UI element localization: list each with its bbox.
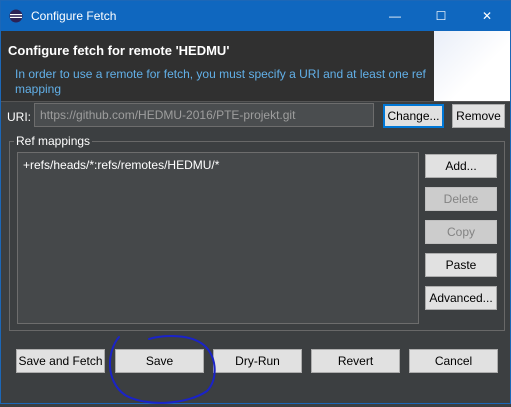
revert-button[interactable]: Revert <box>311 349 400 373</box>
copy-mapping-button[interactable]: Copy <box>425 220 497 244</box>
header-title: Configure fetch for remote 'HEDMU' <box>8 43 230 58</box>
change-uri-button[interactable]: Change... <box>383 104 444 128</box>
delete-mapping-button[interactable]: Delete <box>425 187 497 211</box>
list-item[interactable]: +refs/heads/*:refs/remotes/HEDMU/* <box>23 158 219 172</box>
dialog-header: Configure fetch for remote 'HEDMU' In or… <box>1 31 510 101</box>
eclipse-icon <box>9 9 23 23</box>
window-title: Configure Fetch <box>31 9 117 23</box>
save-and-fetch-button[interactable]: Save and Fetch <box>16 349 105 373</box>
maximize-icon: ☐ <box>435 9 447 23</box>
minimize-icon: — <box>389 9 401 23</box>
remove-uri-button[interactable]: Remove <box>452 104 505 128</box>
header-separator <box>1 101 510 102</box>
advanced-button[interactable]: Advanced... <box>425 286 497 310</box>
maximize-button[interactable]: ☐ <box>418 1 464 31</box>
ref-mappings-list[interactable]: +refs/heads/*:refs/remotes/HEDMU/* <box>17 152 419 324</box>
add-mapping-button[interactable]: Add... <box>425 154 497 178</box>
save-button[interactable]: Save <box>115 349 204 373</box>
header-message: In order to use a remote for fetch, you … <box>15 67 426 96</box>
uri-label: URI: <box>7 110 31 124</box>
close-button[interactable]: ✕ <box>464 1 510 31</box>
paste-mapping-button[interactable]: Paste <box>425 253 497 277</box>
close-icon: ✕ <box>481 9 493 23</box>
title-bar: Configure Fetch — ☐ ✕ <box>1 1 510 31</box>
minimize-button[interactable]: — <box>372 1 418 31</box>
ref-mappings-label: Ref mappings <box>14 134 93 148</box>
configure-fetch-dialog: Configure Fetch — ☐ ✕ Configure fetch fo… <box>0 0 511 404</box>
cancel-button[interactable]: Cancel <box>409 349 498 373</box>
header-banner-image <box>434 31 510 101</box>
uri-field[interactable] <box>34 103 374 127</box>
dry-run-button[interactable]: Dry-Run <box>213 349 302 373</box>
